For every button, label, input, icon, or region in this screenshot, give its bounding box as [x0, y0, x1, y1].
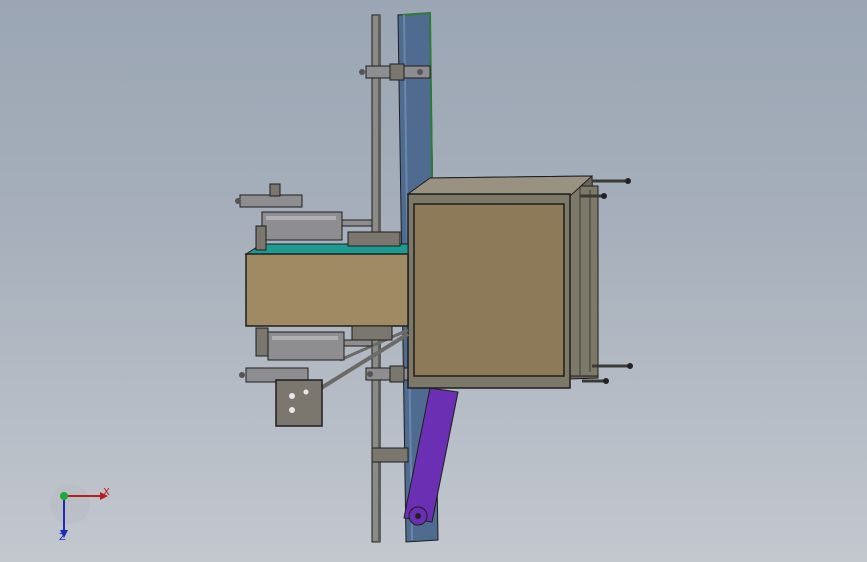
z-axis-label: Z [59, 532, 66, 543]
enclosure-box[interactable] [406, 175, 594, 389]
triad-sphere [50, 484, 90, 524]
rod-bottom-bracket[interactable] [371, 447, 409, 463]
x-axis-label: X [103, 487, 110, 498]
y-axis-dot [60, 492, 68, 500]
upper-valve[interactable] [235, 183, 303, 208]
cad-model-view[interactable] [0, 0, 867, 562]
mounting-plate[interactable] [275, 379, 323, 427]
conveyor[interactable] [244, 243, 409, 327]
graphics-viewport[interactable]: X Z [0, 0, 867, 562]
top-clamp[interactable] [359, 63, 431, 81]
